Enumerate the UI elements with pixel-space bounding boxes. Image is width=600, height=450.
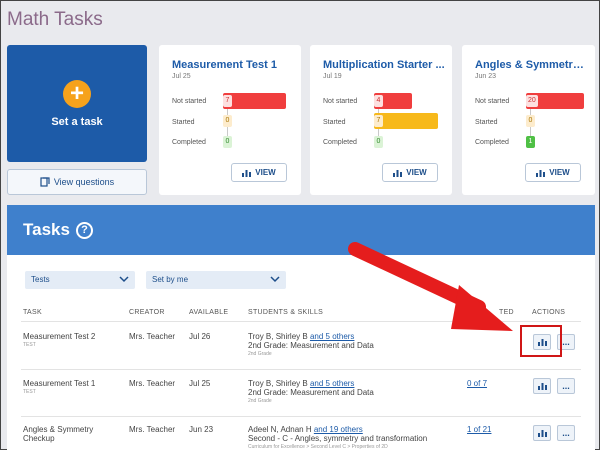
col-creator[interactable]: CREATOR [129, 309, 165, 316]
started-bar [374, 113, 438, 129]
skill-sub: 2nd Grade [248, 351, 272, 357]
card-view-label: VIEW [406, 168, 427, 177]
card-date: Jul 25 [172, 73, 191, 80]
highlight-box [520, 325, 562, 357]
col-students[interactable]: STUDENTS & SKILLS [248, 309, 323, 316]
card-title[interactable]: Multiplication Starter ... [323, 59, 445, 71]
card-date: Jul 19 [323, 73, 342, 80]
task-card-3[interactable]: Angles & Symmetry C... Jun 23 Not starte… [462, 45, 595, 195]
col-task[interactable]: TASK [23, 309, 42, 316]
type-filter-value: Tests [31, 275, 50, 284]
task-name[interactable]: Measurement Test 2 TEST [23, 332, 95, 348]
started-count: 0 [526, 115, 535, 127]
task-completed-link[interactable]: 1 of 21 [467, 425, 491, 434]
skill-text: 2nd Grade: Measurement and Data [248, 341, 374, 350]
not-started-label: Not started [475, 98, 510, 105]
students-text: Troy B, Shirley B [248, 379, 308, 388]
col-actions: ACTIONS [532, 309, 566, 316]
set-task-label: Set a task [51, 115, 103, 128]
bar-chart-icon [242, 169, 252, 177]
more-options-button[interactable]: ... [557, 425, 575, 441]
card-view-label: VIEW [549, 168, 570, 177]
not-started-bar [223, 93, 286, 109]
app-title: Math Tasks [7, 9, 103, 30]
chevron-down-icon [270, 276, 280, 283]
bar-chart-icon [393, 169, 403, 177]
others-link[interactable]: and 5 others [310, 379, 354, 388]
row-divider [21, 416, 581, 417]
skill-sub: Curriculum for Excellence > Second Level… [248, 444, 388, 450]
card-view-button[interactable]: VIEW [231, 163, 287, 182]
questions-icon [40, 177, 50, 187]
chevron-down-icon [119, 276, 129, 283]
card-title[interactable]: Measurement Test 1 [172, 59, 294, 71]
task-students: Adeel N, Adnan H and 19 others Second - … [248, 425, 448, 450]
task-students: Troy B, Shirley B and 5 others 2nd Grade… [248, 379, 374, 404]
task-name[interactable]: Measurement Test 1 TEST [23, 379, 95, 395]
creator-filter-value: Set by me [152, 275, 189, 284]
row-divider [21, 369, 581, 370]
plus-icon: + [63, 79, 91, 108]
started-label: Started [172, 119, 195, 126]
task-available: Jul 26 [189, 332, 211, 341]
view-questions-button[interactable]: View questions [7, 169, 147, 195]
completed-label: Completed [172, 139, 206, 146]
task-name-text: Measurement Test 2 [23, 332, 96, 341]
task-available: Jul 25 [189, 379, 211, 388]
task-card-2[interactable]: Multiplication Starter ... Jul 19 Not st… [310, 45, 452, 195]
started-label: Started [475, 119, 498, 126]
completed-count: 1 [526, 136, 535, 148]
task-creator: Mrs. Teacher [129, 425, 176, 434]
not-started-label: Not started [172, 98, 207, 105]
skill-text: 2nd Grade: Measurement and Data [248, 388, 374, 397]
others-link[interactable]: and 19 others [314, 425, 363, 434]
task-tag: TEST [23, 342, 36, 348]
set-task-button[interactable]: + Set a task [7, 45, 147, 162]
completed-label: Completed [475, 139, 509, 146]
card-view-button[interactable]: VIEW [382, 163, 438, 182]
red-arrow-icon [348, 242, 513, 331]
bar-chart-icon [537, 430, 547, 437]
not-started-count: 7 [223, 95, 232, 107]
skill-text: Second - C - Angles, symmetry and transf… [248, 434, 428, 443]
col-available[interactable]: AVAILABLE [189, 309, 228, 316]
creator-filter-select[interactable]: Set by me [146, 271, 286, 289]
task-tag: TEST [23, 389, 36, 395]
card-date: Jun 23 [475, 73, 497, 80]
students-text: Adeel N, Adnan H [248, 425, 312, 434]
not-started-count: 4 [374, 95, 383, 107]
more-options-button[interactable]: ... [557, 378, 575, 394]
started-count: 7 [374, 115, 383, 127]
completed-label: Completed [323, 139, 357, 146]
type-filter-select[interactable]: Tests [25, 271, 135, 289]
task-creator: Mrs. Teacher [129, 379, 176, 388]
students-text: Troy B, Shirley B [248, 332, 308, 341]
report-button[interactable] [533, 378, 551, 394]
card-view-label: VIEW [255, 168, 276, 177]
task-name[interactable]: Angles & Symmetry Checkup [23, 425, 113, 443]
bar-chart-icon [536, 169, 546, 177]
help-icon[interactable]: ? [75, 221, 93, 239]
task-completed-link[interactable]: 0 of 7 [467, 379, 487, 388]
completed-count: 0 [223, 136, 232, 148]
card-title[interactable]: Angles & Symmetry C... [475, 59, 587, 71]
task-card-1[interactable]: Measurement Test 1 Jul 25 Not started St… [159, 45, 301, 195]
report-button[interactable] [533, 425, 551, 441]
task-name-text: Angles & Symmetry Checkup [23, 425, 94, 443]
view-questions-label: View questions [53, 177, 115, 187]
skill-sub: 2nd Grade [248, 398, 272, 404]
bar-chart-icon [537, 383, 547, 390]
not-started-count: 20 [526, 95, 538, 107]
task-name-text: Measurement Test 1 [23, 379, 96, 388]
task-creator: Mrs. Teacher [129, 332, 176, 341]
completed-count: 0 [374, 136, 383, 148]
card-view-button[interactable]: VIEW [525, 163, 581, 182]
started-label: Started [323, 119, 346, 126]
started-count: 0 [223, 115, 232, 127]
task-available: Jun 23 [189, 425, 214, 434]
tasks-title: Tasks [23, 220, 70, 239]
not-started-label: Not started [323, 98, 358, 105]
